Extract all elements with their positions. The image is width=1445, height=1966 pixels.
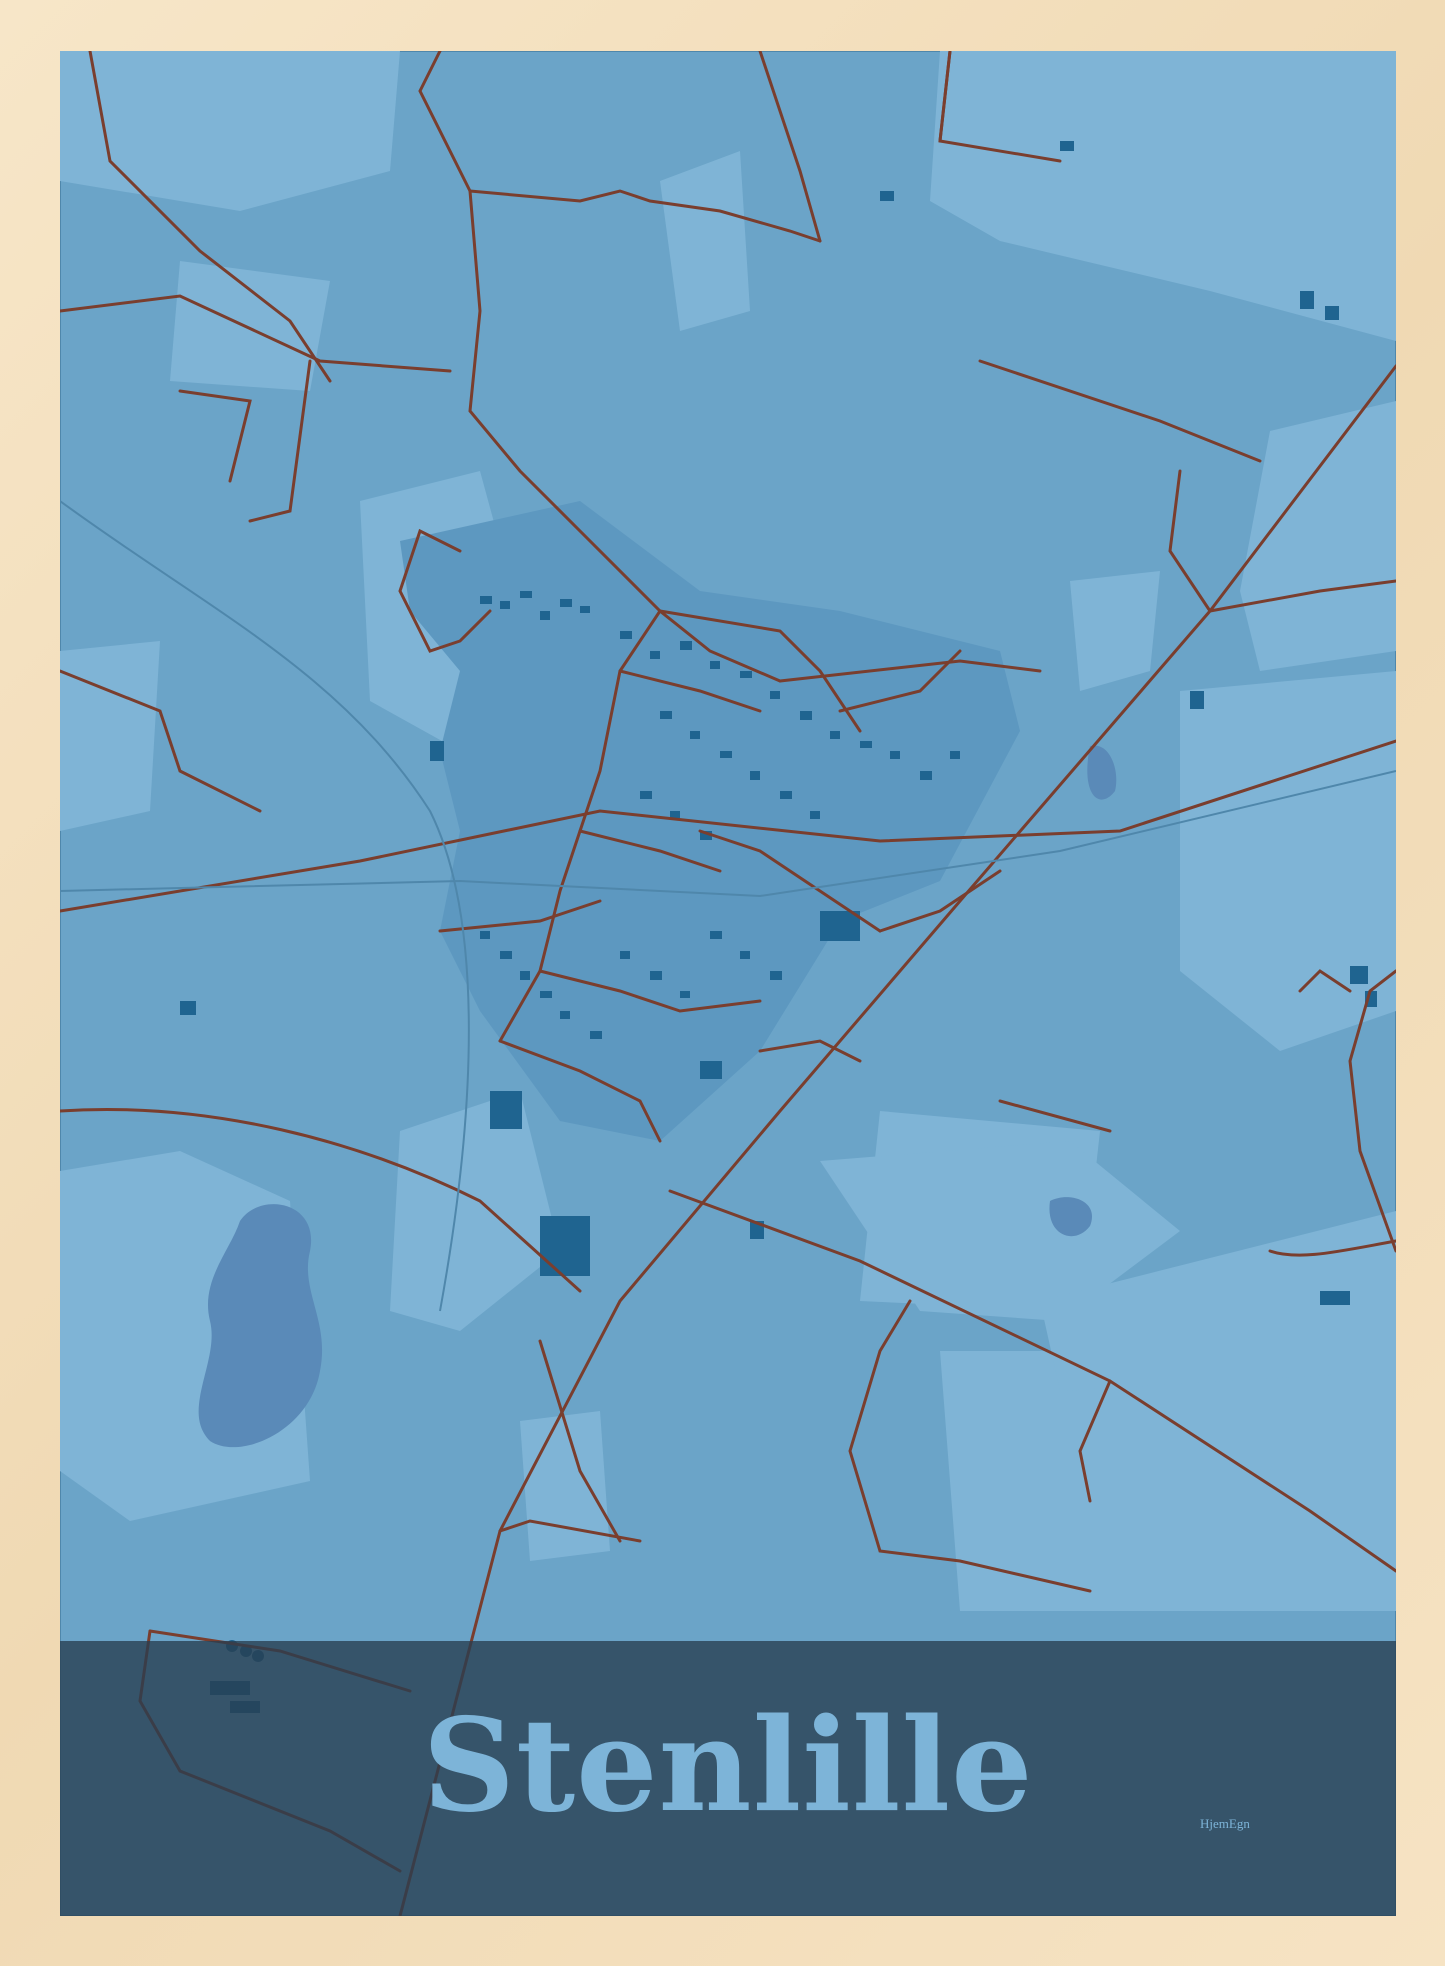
town-name-title: Stenlille — [422, 1691, 1034, 1841]
brand-logo: HjemEgn — [1200, 1816, 1250, 1831]
map-canvas — [60, 51, 1396, 1916]
town-area — [400, 501, 1020, 1141]
wooden-frame: Stenlille HjemEgn — [0, 0, 1445, 1966]
map-poster: Stenlille HjemEgn — [60, 51, 1396, 1916]
